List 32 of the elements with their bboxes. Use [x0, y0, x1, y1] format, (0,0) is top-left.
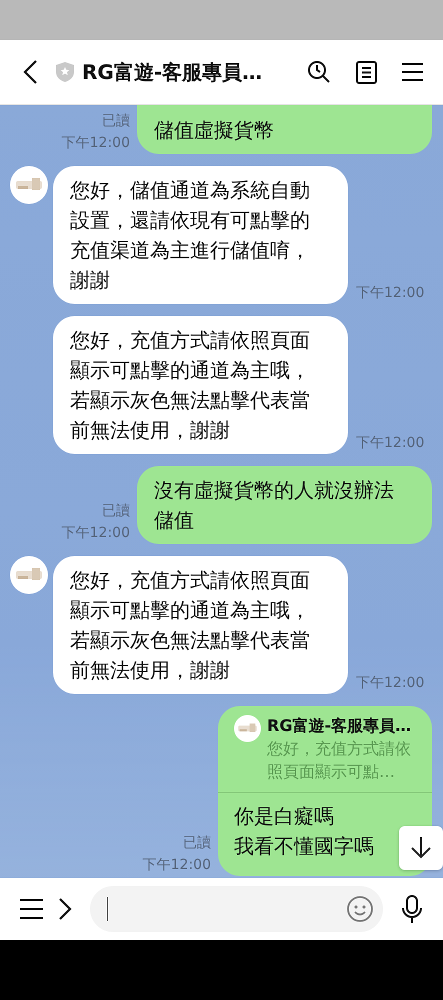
shield-icon	[56, 62, 74, 82]
menu-icon[interactable]	[402, 63, 423, 81]
read-receipt: 已讀	[183, 834, 211, 853]
message-text: 你是白癡嗎	[234, 803, 334, 830]
message-time: 下午12:00	[142, 856, 211, 875]
back-icon[interactable]	[22, 59, 40, 85]
quoted-message[interactable]: RG富遊-客服專員… 您好，充值方式請依照頁面顯示可點…	[218, 706, 432, 793]
message-text: 您好，充值方式請依照頁面顯示可點擊的通道為主哦，若顯示灰色無法點擊代表當前無法使用，謝謝	[70, 327, 310, 444]
chevron-right-icon[interactable]	[59, 898, 72, 920]
read-receipt: 已讀	[102, 112, 130, 131]
message-time: 下午12:00	[62, 134, 130, 153]
quoted-text: 您好，充值方式請依照頁面顯示可點…	[267, 738, 411, 783]
message-time: 下午12:00	[62, 524, 130, 543]
message-time: 下午12:00	[356, 674, 424, 693]
message-text: 您好，儲值通道為系統自動設置，還請依現有可點擊的充值渠道為主進行儲值唷，謝謝	[70, 177, 310, 294]
message-text: 儲值虛擬貨幣	[154, 117, 275, 144]
chat-title: RG富遊-客服專員…	[82, 58, 262, 86]
menu-icon[interactable]	[20, 899, 43, 919]
arrow-down-icon	[411, 837, 431, 859]
message-time: 下午12:00	[356, 284, 424, 303]
message-text: 您好，充值方式請依照頁面顯示可點擊的通道為主哦，若顯示灰色無法點擊代表當前無法使用，謝謝	[70, 567, 310, 684]
message-text: 沒有虛擬貨幣的人就沒辦法儲值	[154, 477, 394, 534]
message-input-field[interactable]	[90, 886, 383, 932]
notes-icon[interactable]	[356, 60, 377, 84]
message-text: 我看不懂國字嗎	[234, 833, 374, 860]
quoted-sender: RG富遊-客服專員…	[267, 715, 412, 737]
emoji-icon[interactable]	[347, 896, 373, 922]
search-icon[interactable]	[307, 60, 331, 84]
scroll-down-button[interactable]	[399, 826, 443, 870]
message-time: 下午12:00	[356, 434, 424, 453]
microphone-icon[interactable]	[401, 895, 423, 923]
read-receipt: 已讀	[102, 502, 130, 521]
